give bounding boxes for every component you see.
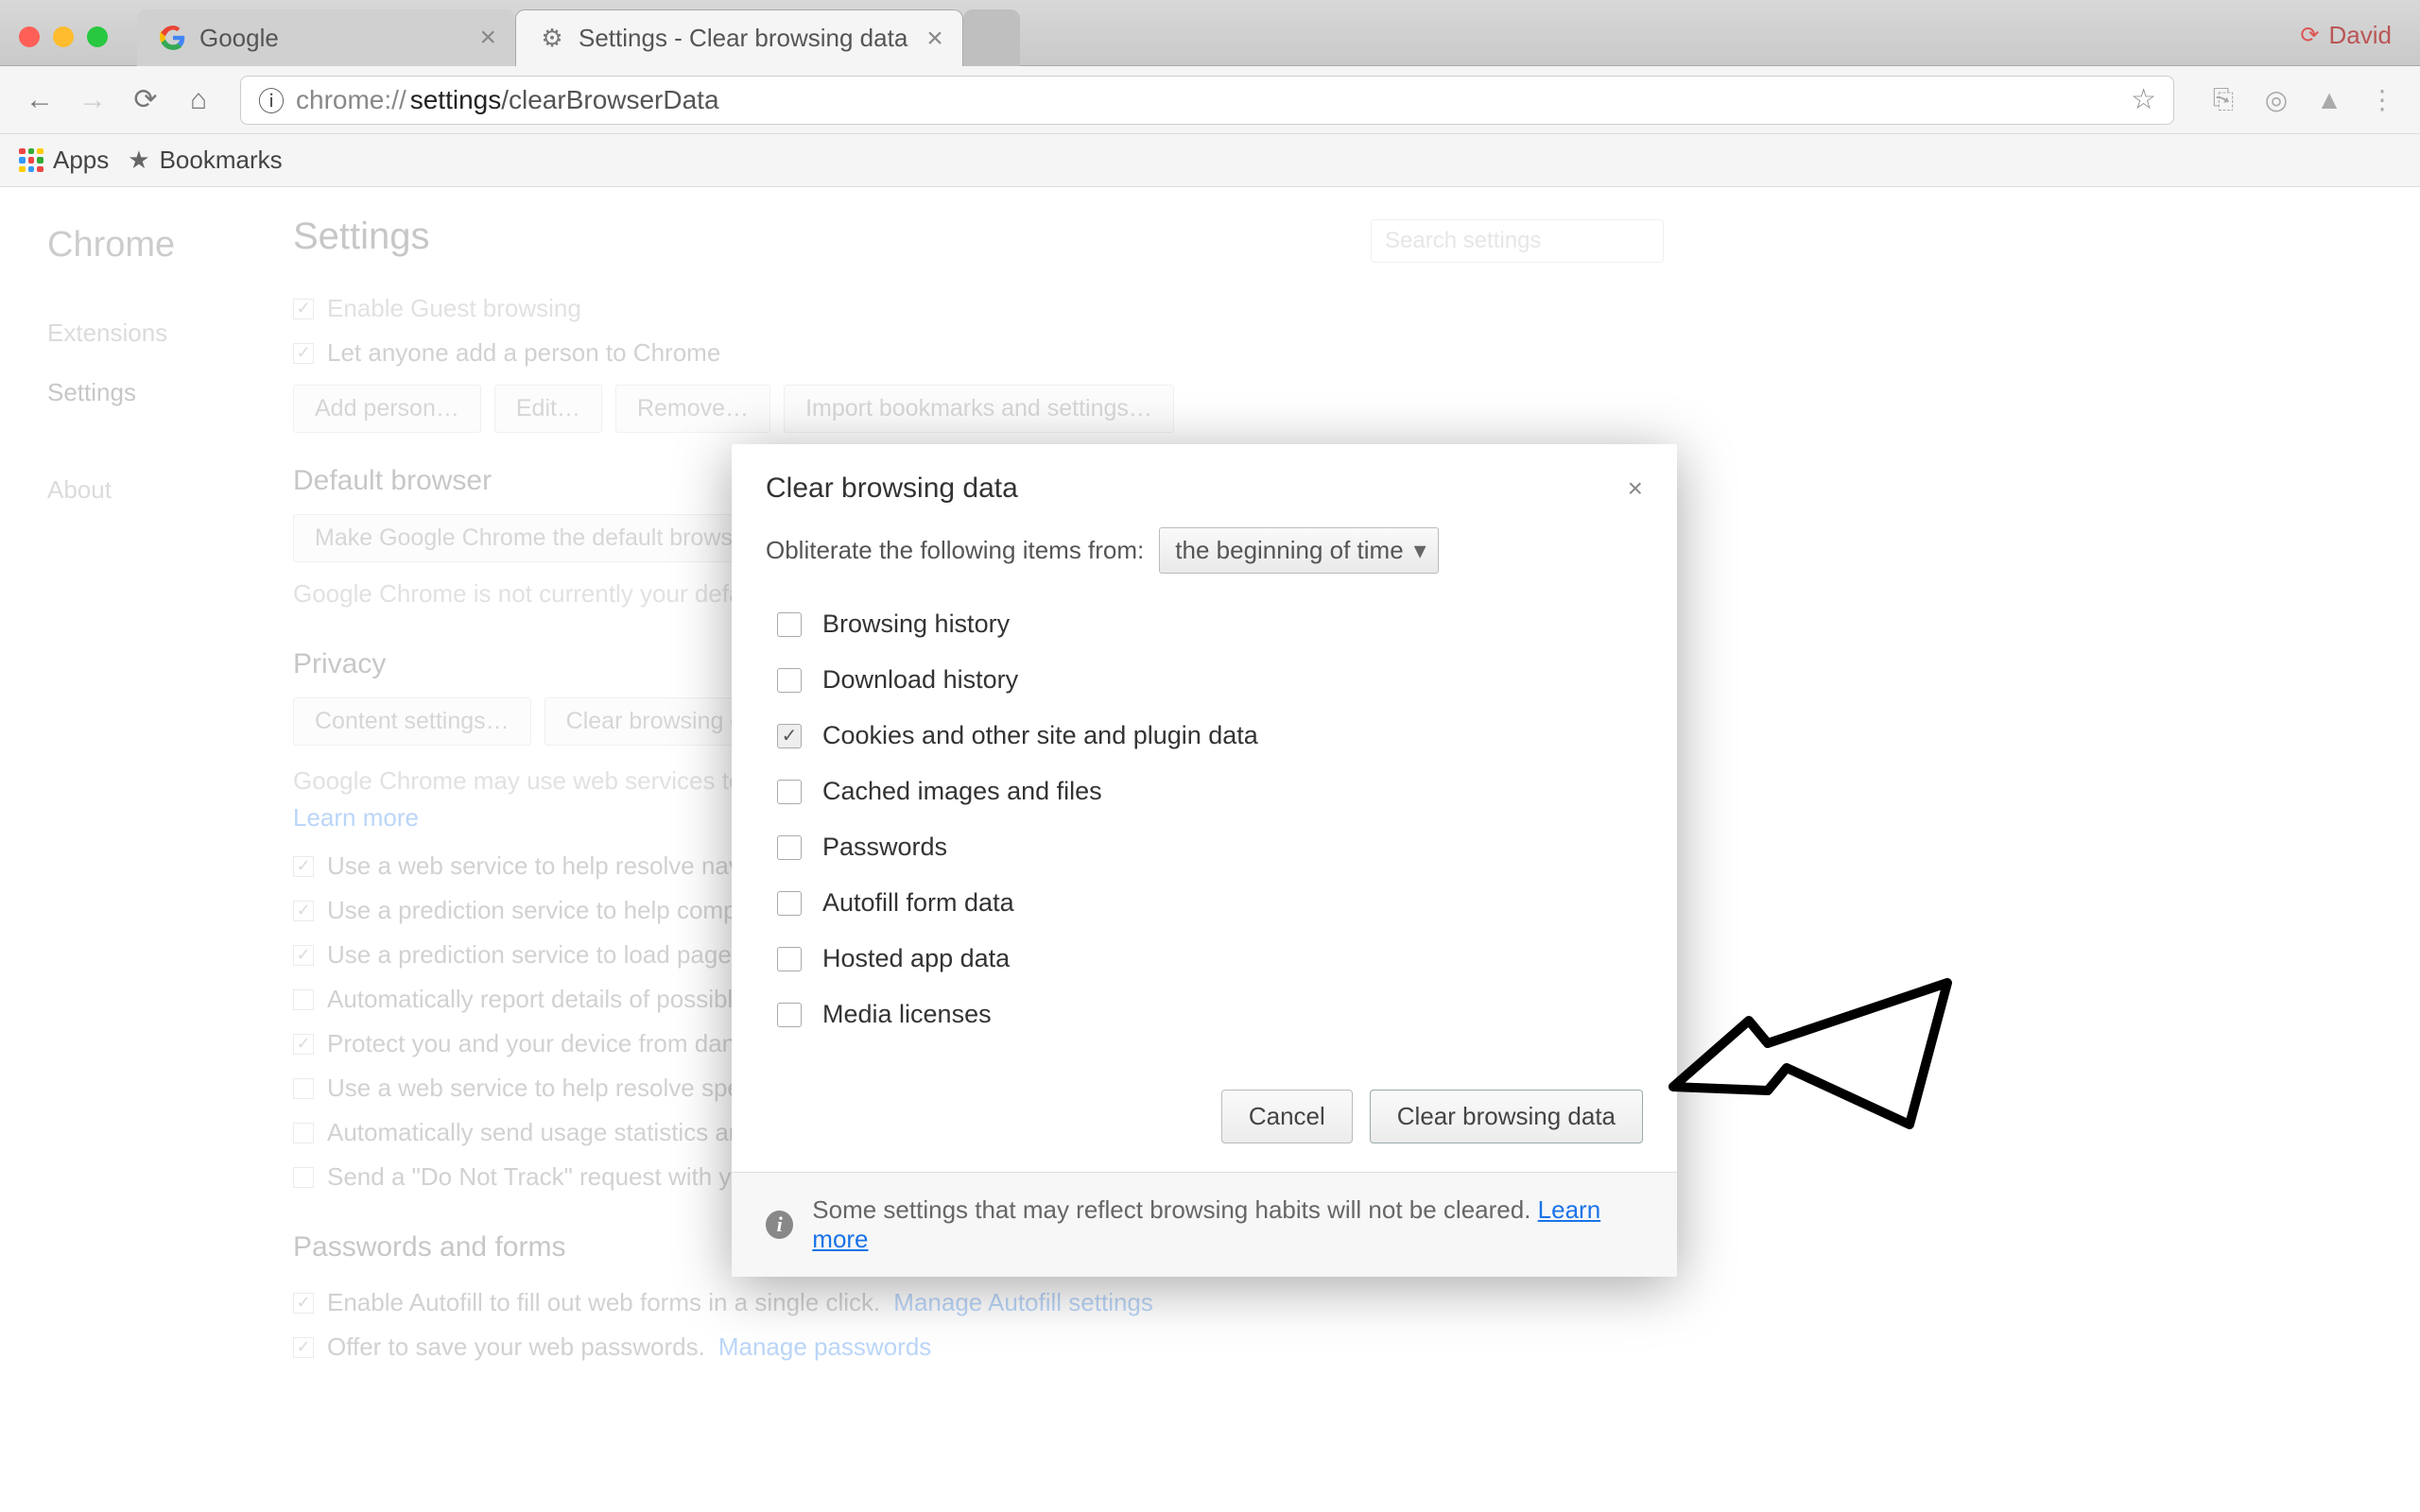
toolbar-right-icons: ⎘ ◎ ▲ ⋮ xyxy=(2204,81,2401,119)
tab-google[interactable]: Google × xyxy=(137,9,515,66)
bookmarks-label: Bookmarks xyxy=(160,146,283,175)
time-range-select[interactable]: the beginning of time xyxy=(1159,527,1438,574)
clear-data-option[interactable]: Hosted app data xyxy=(766,931,1643,987)
checkbox[interactable] xyxy=(777,947,802,971)
dialog-header: Clear browsing data × xyxy=(732,444,1677,518)
checkbox[interactable] xyxy=(777,612,802,637)
cancel-button[interactable]: Cancel xyxy=(1221,1090,1353,1143)
browser-toolbar: ← → ⟳ ⌂ ⓘ chrome:// settings /clearBrows… xyxy=(0,66,2420,134)
option-label: Download history xyxy=(822,665,1018,695)
url-scheme: chrome:// xyxy=(296,85,406,115)
url-host: settings xyxy=(410,85,502,115)
url-path: /clearBrowserData xyxy=(501,85,718,115)
tab-settings[interactable]: ⚙ Settings - Clear browsing data × xyxy=(515,9,963,66)
tab-close[interactable]: × xyxy=(460,22,496,54)
clear-browsing-data-confirm-button[interactable]: Clear browsing data xyxy=(1370,1090,1643,1143)
bookmarks-folder[interactable]: ★ Bookmarks xyxy=(128,146,282,175)
option-label: Hosted app data xyxy=(822,944,1010,973)
info-text: Some settings that may reflect browsing … xyxy=(812,1195,1643,1254)
sync-error-icon: ⟳ xyxy=(2300,22,2319,49)
apps-label: Apps xyxy=(53,146,109,175)
minimize-window[interactable] xyxy=(53,26,74,47)
option-label: Media licenses xyxy=(822,1000,992,1029)
info-icon: i xyxy=(766,1211,793,1239)
close-window[interactable] xyxy=(19,26,40,47)
tab-close[interactable]: × xyxy=(908,23,943,55)
annotation-arrow xyxy=(1664,964,1985,1153)
checkbox[interactable] xyxy=(777,668,802,693)
browser-tabs: Google × ⚙ Settings - Clear browsing dat… xyxy=(137,9,1020,66)
dialog-footer: Cancel Clear browsing data xyxy=(732,1071,1677,1172)
home-button[interactable]: ⌂ xyxy=(178,79,219,121)
clear-data-option[interactable]: Download history xyxy=(766,652,1643,708)
back-button[interactable]: ← xyxy=(19,79,60,121)
option-label: Cached images and files xyxy=(822,777,1102,806)
apps-grid-icon xyxy=(19,148,43,173)
dialog-title: Clear browsing data xyxy=(766,472,1018,505)
checkbox[interactable] xyxy=(777,780,802,804)
dialog-body: Obliterate the following items from: the… xyxy=(732,518,1677,1071)
option-label: Autofill form data xyxy=(822,888,1014,918)
gear-icon: ⚙ xyxy=(539,26,565,52)
window-titlebar: Google × ⚙ Settings - Clear browsing dat… xyxy=(0,0,2420,66)
time-range-row: Obliterate the following items from: the… xyxy=(766,527,1643,574)
bookmark-star-icon[interactable]: ☆ xyxy=(2131,83,2156,116)
dialog-info-bar: i Some settings that may reflect browsin… xyxy=(732,1172,1677,1277)
traffic-lights xyxy=(19,26,108,47)
checkbox[interactable] xyxy=(777,835,802,860)
google-favicon xyxy=(160,25,186,51)
reload-button[interactable]: ⟳ xyxy=(125,79,166,121)
option-label: Passwords xyxy=(822,833,947,862)
extension-icon[interactable]: ◎ xyxy=(2257,81,2295,119)
option-label: Cookies and other site and plugin data xyxy=(822,721,1258,750)
checkbox[interactable] xyxy=(777,1003,802,1027)
clear-data-option[interactable]: Passwords xyxy=(766,819,1643,875)
tab-label: Google xyxy=(199,24,279,53)
tab-label: Settings - Clear browsing data xyxy=(579,24,908,53)
clear-data-option[interactable]: Media licenses xyxy=(766,987,1643,1042)
forward-button[interactable]: → xyxy=(72,79,113,121)
checkbox[interactable] xyxy=(777,724,802,748)
clear-data-option[interactable]: Cached images and files xyxy=(766,764,1643,819)
clear-data-option[interactable]: Autofill form data xyxy=(766,875,1643,931)
zoom-window[interactable] xyxy=(87,26,108,47)
new-tab-button[interactable] xyxy=(963,9,1020,66)
address-bar[interactable]: ⓘ chrome:// settings /clearBrowserData ☆ xyxy=(240,76,2174,125)
extension-icon[interactable]: ▲ xyxy=(2310,81,2348,119)
time-range-label: Obliterate the following items from: xyxy=(766,536,1144,565)
star-icon: ★ xyxy=(128,146,149,175)
apps-shortcut[interactable]: Apps xyxy=(19,146,109,175)
bookmarks-bar: Apps ★ Bookmarks xyxy=(0,134,2420,187)
clear-browsing-data-dialog: Clear browsing data × Obliterate the fol… xyxy=(732,444,1677,1277)
profile-name: David xyxy=(2329,21,2392,50)
checkbox[interactable] xyxy=(777,891,802,916)
close-icon[interactable]: × xyxy=(1628,473,1643,504)
clear-data-option[interactable]: Browsing history xyxy=(766,596,1643,652)
menu-icon[interactable]: ⋮ xyxy=(2363,81,2401,119)
option-label: Browsing history xyxy=(822,610,1010,639)
extension-icon[interactable]: ⎘ xyxy=(2204,81,2242,119)
profile-button[interactable]: ⟳ David xyxy=(2300,21,2392,50)
site-info-icon[interactable]: ⓘ xyxy=(258,81,285,119)
clear-data-option[interactable]: Cookies and other site and plugin data xyxy=(766,708,1643,764)
